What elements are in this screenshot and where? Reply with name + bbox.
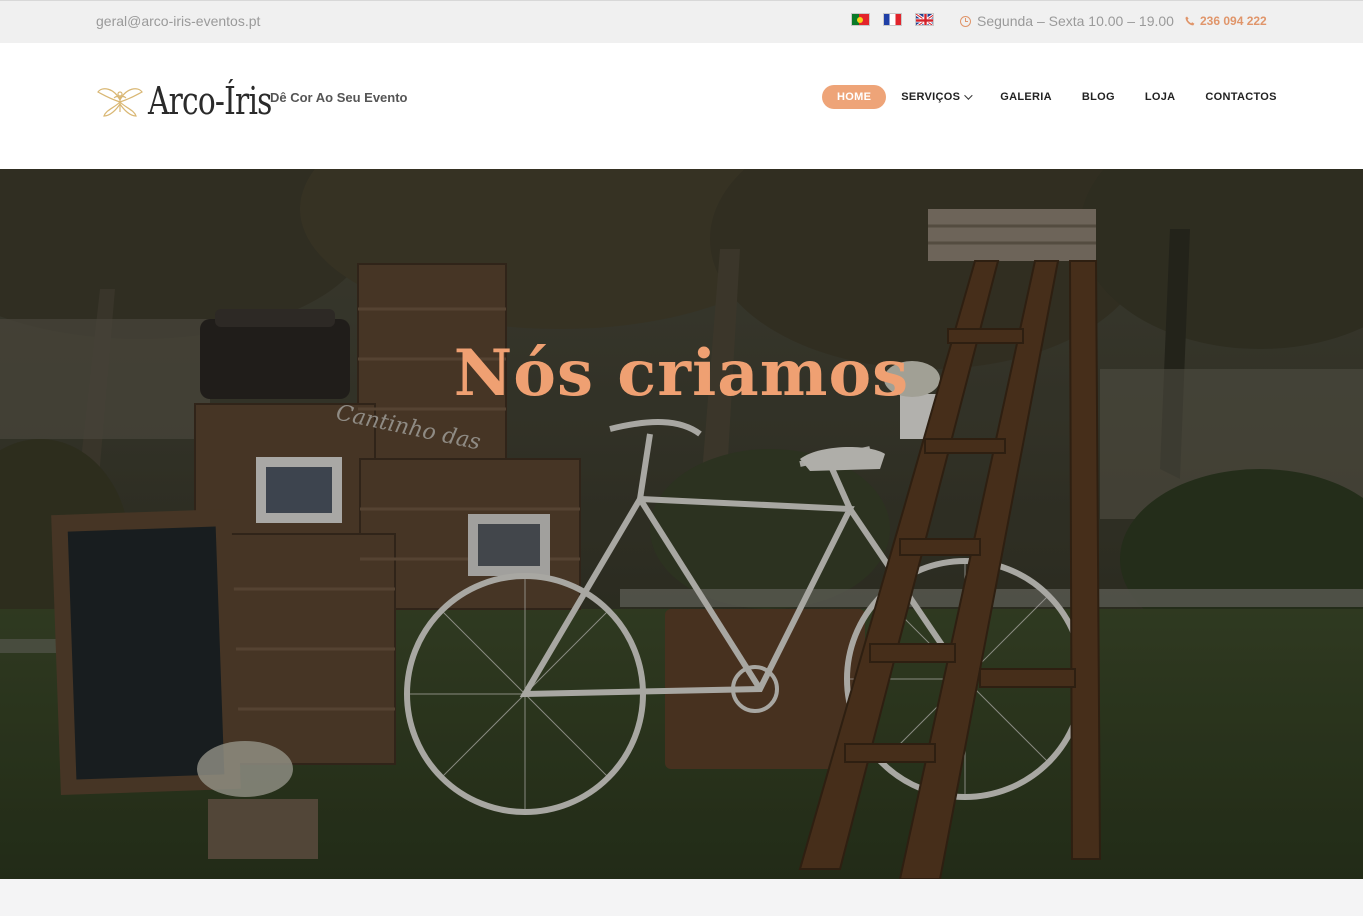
phone-contact[interactable]: 236 094 222 bbox=[1185, 14, 1267, 28]
nav-loja[interactable]: LOJA bbox=[1145, 91, 1176, 103]
phone-number: 236 094 222 bbox=[1200, 14, 1267, 28]
nav-galeria[interactable]: GALERIA bbox=[1000, 91, 1052, 103]
page-bottom-strip bbox=[0, 879, 1363, 916]
nav-servicos[interactable]: SERVIÇOS bbox=[901, 91, 973, 103]
hero-background-image: Cantinho das bbox=[0, 169, 1363, 879]
chevron-down-icon bbox=[964, 91, 973, 100]
site-tagline: Dê Cor Ao Seu Evento bbox=[270, 90, 408, 105]
flag-gb-icon[interactable] bbox=[915, 13, 934, 26]
top-bar: geral@arco-iris-eventos.pt Segunda – Sex… bbox=[0, 0, 1363, 43]
clock-icon bbox=[960, 15, 971, 27]
nav-blog[interactable]: BLOG bbox=[1082, 91, 1115, 103]
nav-contactos[interactable]: CONTACTOS bbox=[1205, 91, 1276, 103]
main-navigation: HOME SERVIÇOS GALERIA BLOG LOJA CONTACTO… bbox=[822, 85, 1277, 109]
nav-home[interactable]: HOME bbox=[822, 85, 887, 109]
flag-pt-icon[interactable] bbox=[851, 13, 870, 26]
nav-servicos-label: SERVIÇOS bbox=[901, 91, 961, 103]
site-header: Arco-Íris Dê Cor Ao Seu Evento HOME SERV… bbox=[0, 43, 1363, 169]
butterfly-ornament-icon bbox=[97, 88, 143, 117]
opening-hours-text: Segunda – Sexta 10.00 – 19.00 bbox=[977, 13, 1174, 29]
hero-banner: Cantinho das Nós criamos bbox=[0, 169, 1363, 879]
hero-title: Nós criamos bbox=[453, 336, 910, 411]
phone-icon bbox=[1185, 16, 1195, 26]
language-selector bbox=[851, 13, 934, 26]
logo-wordmark: Arco-Íris bbox=[148, 79, 272, 123]
flag-fr-icon[interactable] bbox=[883, 13, 902, 26]
opening-hours: Segunda – Sexta 10.00 – 19.00 bbox=[960, 13, 1174, 29]
contact-email[interactable]: geral@arco-iris-eventos.pt bbox=[96, 13, 260, 29]
